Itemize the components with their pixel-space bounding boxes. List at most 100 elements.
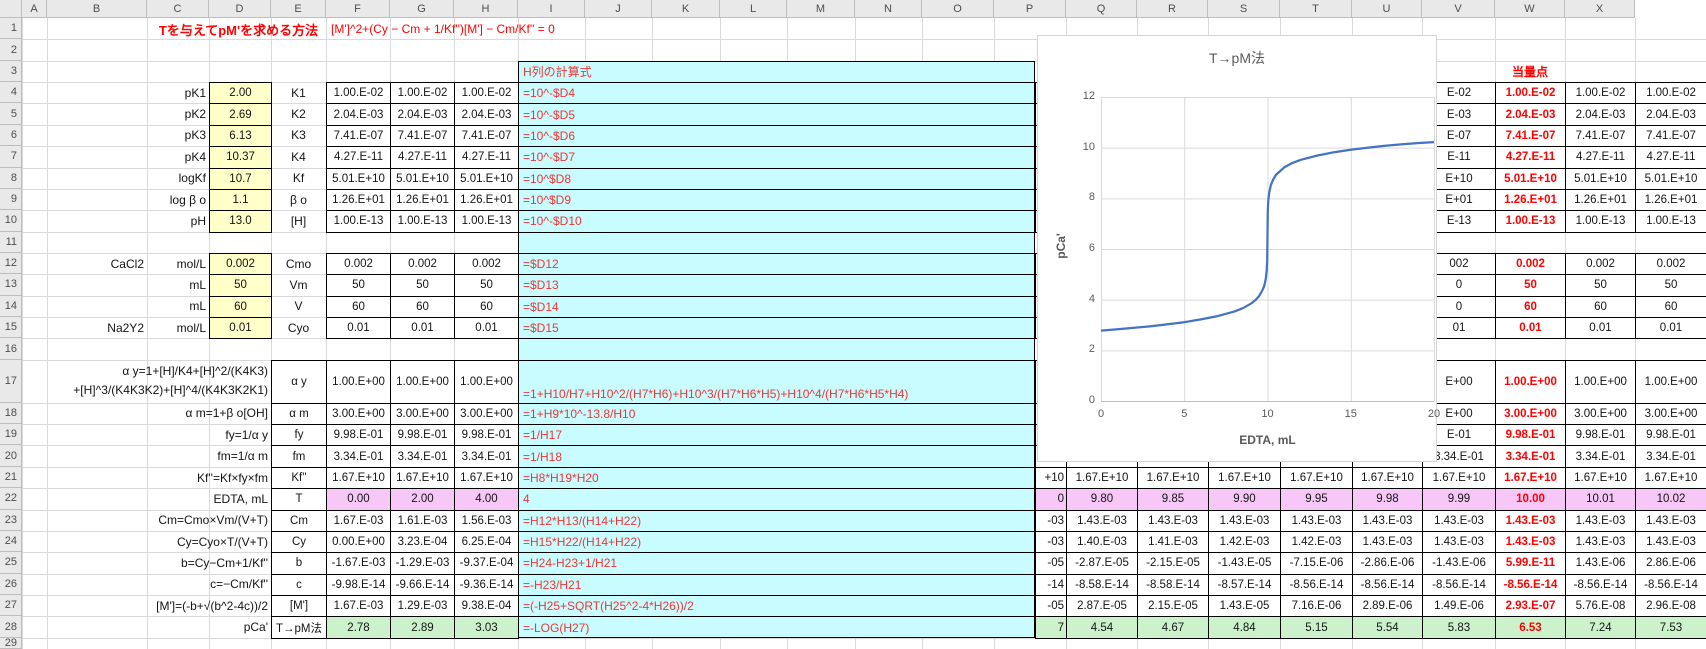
cell-F5[interactable]: 2.04.E-03 (327, 104, 391, 125)
cell-S22[interactable]: 9.95 (1281, 489, 1353, 510)
cell-G10[interactable]: 1.00.E-13 (391, 211, 455, 232)
cell-E23[interactable]: Cm (272, 511, 327, 532)
cell-S24[interactable]: 1.42.E-03 (1281, 532, 1353, 553)
cell-H8[interactable]: 5.01.E+10 (455, 169, 519, 190)
label-BD25[interactable]: b=Cy−Cm+1/Kf'' (22, 552, 271, 573)
cell-F22[interactable]: 0.00 (327, 489, 391, 510)
cell-E21[interactable]: Kf'' (272, 468, 327, 489)
cell-V27[interactable]: 2.93.E-07 (1496, 596, 1566, 617)
label-BD17[interactable]: α y=1+[H]/K4+[H]^2/(K4K3)+[H]^3/(K4K3K2)… (22, 360, 271, 403)
cell-S28[interactable]: 5.15 (1281, 617, 1353, 638)
cell-S27[interactable]: 7.16.E-06 (1281, 596, 1353, 617)
cell-Q28[interactable]: 4.67 (1138, 617, 1209, 638)
cell-T23[interactable]: 1.43.E-03 (1353, 511, 1423, 532)
cell-F10[interactable]: 1.00.E-13 (327, 211, 391, 232)
row-header-12[interactable]: 12 (0, 253, 22, 274)
column-header-W[interactable]: W (1495, 0, 1565, 18)
column-header-S[interactable]: S (1208, 0, 1280, 18)
row-header-18[interactable]: 18 (0, 403, 22, 424)
cell-F23[interactable]: 1.67.E-03 (327, 511, 391, 532)
row-header-22[interactable]: 22 (0, 488, 22, 509)
row-header-28[interactable]: 28 (0, 616, 22, 637)
cell-W23[interactable]: 1.43.E-03 (1566, 511, 1636, 532)
cell-H13[interactable]: 50 (455, 275, 519, 296)
cell-R23[interactable]: 1.43.E-03 (1209, 511, 1281, 532)
label-BD21[interactable]: Kf''=Kf×fy×fm (22, 467, 271, 488)
cell-W14[interactable]: 60 (1566, 297, 1636, 318)
cell-H25[interactable]: -9.37.E-04 (455, 553, 519, 574)
cell-D10[interactable]: 13.0 (210, 211, 272, 232)
formula-cell-I12[interactable]: =$D12 (519, 254, 1034, 275)
cell-X8[interactable]: 5.01.E+10 (1636, 169, 1706, 190)
cell-V25[interactable]: 5.99.E-11 (1496, 553, 1566, 574)
formula-cell-I10[interactable]: =10^-$D10 (519, 211, 1034, 232)
cell-V14[interactable]: 60 (1496, 297, 1566, 318)
cell-H19[interactable]: 9.98.E-01 (455, 425, 519, 446)
formula-cell-I3[interactable]: H列の計算式 (519, 62, 1034, 83)
cell-X21[interactable]: 1.67.E+10 (1636, 468, 1706, 489)
cell-R27[interactable]: 1.43.E-05 (1209, 596, 1281, 617)
cell-X20[interactable]: 3.34.E-01 (1636, 446, 1706, 467)
cell-O27[interactable]: -05 (1036, 596, 1067, 617)
column-header-X[interactable]: X (1565, 0, 1635, 18)
cell-G7[interactable]: 4.27.E-11 (391, 147, 455, 168)
cell-G14[interactable]: 60 (391, 297, 455, 318)
cell-X6[interactable]: 7.41.E-07 (1636, 126, 1706, 147)
cell-U22[interactable]: 9.99 (1423, 489, 1496, 510)
cell-E7[interactable]: K4 (271, 146, 326, 167)
cell-P25[interactable]: -2.87.E-05 (1067, 553, 1138, 574)
label-BD18[interactable]: α m=1+β o[OH] (22, 403, 271, 424)
column-header-A[interactable]: A (22, 0, 47, 18)
cell-W9[interactable]: 1.26.E+01 (1566, 190, 1636, 211)
cell-E9[interactable]: β o (271, 189, 326, 210)
formula-cell-I25[interactable]: =H24-H23+1/H21 (519, 553, 1034, 574)
row-header-1[interactable]: 1 (0, 18, 22, 39)
cell-V17[interactable]: 1.00.E+00 (1496, 361, 1566, 404)
row-header-17[interactable]: 17 (0, 360, 22, 403)
cell-H15[interactable]: 0.01 (455, 318, 519, 339)
cell-W27[interactable]: 5.76.E-08 (1566, 596, 1636, 617)
cell-F26[interactable]: -9.98.E-14 (327, 575, 391, 596)
row-header-16[interactable]: 16 (0, 338, 22, 359)
cell-O21[interactable]: +10 (1036, 468, 1067, 489)
cell-R28[interactable]: 4.84 (1209, 617, 1281, 638)
cell-U23[interactable]: 1.43.E-03 (1423, 511, 1496, 532)
cell-E12[interactable]: Cmo (271, 253, 326, 274)
column-header-C[interactable]: C (147, 0, 209, 18)
cell-G24[interactable]: 3.23.E-04 (391, 532, 455, 553)
row-header-15[interactable]: 15 (0, 317, 22, 338)
formula-cell-I14[interactable]: =$D14 (519, 297, 1034, 318)
cell-V6[interactable]: 7.41.E-07 (1496, 126, 1566, 147)
cell-V22[interactable]: 10.00 (1496, 489, 1566, 510)
cell-T21[interactable]: 1.67.E+10 (1353, 468, 1423, 489)
cell-X25[interactable]: 2.86.E-06 (1636, 553, 1706, 574)
column-header-B[interactable]: B (47, 0, 147, 18)
row-header-21[interactable]: 21 (0, 467, 22, 488)
cell-Q22[interactable]: 9.85 (1138, 489, 1209, 510)
cell-W28[interactable]: 7.24 (1566, 617, 1636, 638)
cell-X18[interactable]: 3.00.E+00 (1636, 404, 1706, 425)
cell-H26[interactable]: -9.36.E-14 (455, 575, 519, 596)
cell-U26[interactable]: -8.56.E-14 (1423, 575, 1496, 596)
cell-X12[interactable]: 0.002 (1636, 254, 1706, 275)
cell-X5[interactable]: 2.04.E-03 (1636, 104, 1706, 125)
cell-U25[interactable]: -1.43.E-06 (1423, 553, 1496, 574)
cell-U24[interactable]: 1.43.E-03 (1423, 532, 1496, 553)
cell-W24[interactable]: 1.43.E-03 (1566, 532, 1636, 553)
label-BD23[interactable]: Cm=Cmo×Vm/(V+T) (22, 510, 271, 531)
label-C9[interactable]: log β o (22, 189, 209, 210)
cell-W21[interactable]: 1.67.E+10 (1566, 468, 1636, 489)
cell-H28[interactable]: 3.03 (455, 617, 519, 638)
row-header-19[interactable]: 19 (0, 424, 22, 445)
cell-G12[interactable]: 0.002 (391, 254, 455, 275)
label-C13[interactable]: mL (22, 274, 209, 295)
formula-cell-I5[interactable]: =10^-$D5 (519, 104, 1034, 125)
cell-V10[interactable]: 1.00.E-13 (1496, 211, 1566, 232)
cell-R26[interactable]: -8.57.E-14 (1209, 575, 1281, 596)
cell-G19[interactable]: 9.98.E-01 (391, 425, 455, 446)
column-header-M[interactable]: M (787, 0, 855, 18)
cell-G15[interactable]: 0.01 (391, 318, 455, 339)
cell-S26[interactable]: -8.56.E-14 (1281, 575, 1353, 596)
cell-F4[interactable]: 1.00.E-02 (327, 83, 391, 104)
cell-V9[interactable]: 1.26.E+01 (1496, 190, 1566, 211)
